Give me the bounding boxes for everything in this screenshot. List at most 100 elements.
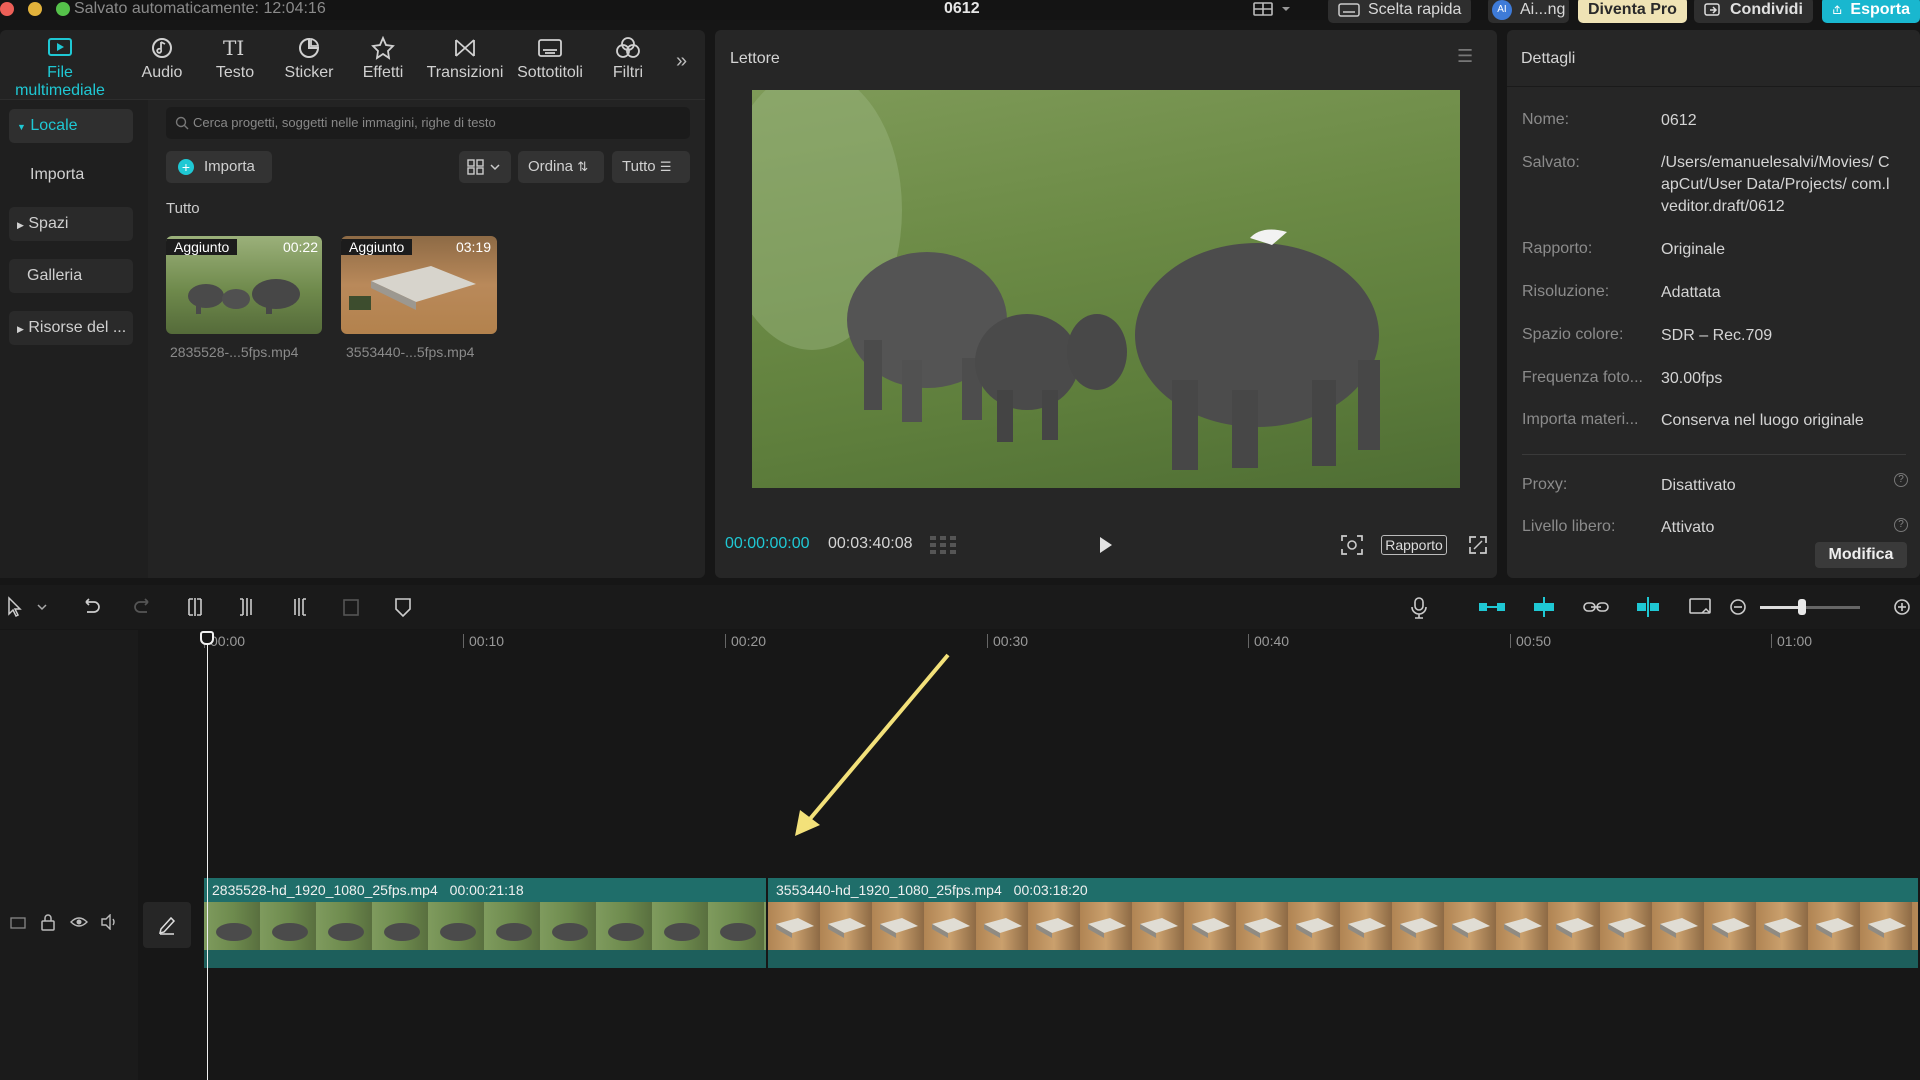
layout-icon[interactable] (1252, 0, 1294, 23)
details-divider (1522, 454, 1906, 455)
zoom-slider-handle[interactable] (1798, 599, 1806, 615)
split-left-icon[interactable] (236, 596, 258, 618)
share-icon (1704, 3, 1720, 16)
marker-icon[interactable] (392, 596, 414, 618)
timeline-clip-2-frames[interactable] (768, 902, 1918, 950)
view-mode-button[interactable] (459, 151, 511, 183)
help-icon[interactable]: ? (1894, 518, 1908, 532)
details-label: Importa materi... (1522, 411, 1639, 428)
screenshot-icon[interactable] (1340, 534, 1364, 556)
preview-axis-icon[interactable] (1634, 596, 1662, 618)
lock-icon[interactable] (40, 913, 56, 931)
sidebar-item-locale[interactable]: ▼ Locale (9, 109, 133, 143)
ruler-tick (463, 634, 464, 648)
caret-down-icon: ▼ (17, 122, 26, 132)
filter-button[interactable]: Tutto ☰ (612, 151, 690, 183)
sidebar-item-spazi[interactable]: ▶ Spazi (9, 207, 133, 241)
visibility-icon[interactable] (70, 915, 88, 929)
timeline-clip-1-header[interactable]: 2835528-hd_1920_1080_25fps.mp4 00:00:21:… (204, 878, 766, 902)
export-button[interactable]: Esporta (1822, 0, 1920, 23)
import-button[interactable]: + Importa (166, 151, 272, 183)
main-track-magnet-icon[interactable] (1478, 596, 1506, 618)
sidebar-item-importa[interactable]: Importa (9, 158, 133, 192)
timeline-clip-2-header[interactable]: 3553440-hd_1920_1080_25fps.mp4 00:03:18:… (768, 878, 1918, 902)
ruler-tick (725, 634, 726, 648)
zoom-slider[interactable] (1760, 599, 1860, 615)
search-placeholder: Cerca progetti, soggetti nelle immagini,… (193, 115, 496, 130)
microphone-icon[interactable] (1408, 596, 1430, 620)
timeline-clip-1-frames[interactable] (204, 902, 766, 950)
duration-label: 00:22 (282, 239, 318, 255)
ruler-label: 00:50 (1516, 633, 1552, 649)
buildings-filmstrip-image (768, 902, 1918, 950)
undo-icon[interactable] (80, 596, 102, 618)
total-timecode: 00:03:40:08 (828, 535, 913, 552)
added-badge: Aggiunto (166, 239, 238, 255)
ratio-button[interactable]: Rapporto (1381, 535, 1447, 555)
clip-duration: 00:00:21:18 (449, 882, 524, 898)
quick-select-button[interactable]: Scelta rapida (1328, 0, 1472, 23)
share-button[interactable]: Condividi (1694, 0, 1813, 23)
more-tabs-icon[interactable]: » (676, 50, 687, 73)
tab-transizioni[interactable]: Transizioni (425, 36, 505, 82)
filter-icon: ☰ (659, 159, 672, 174)
svg-text:TI: TI (223, 36, 244, 60)
clip-filename: 3553440-hd_1920_1080_25fps.mp4 (776, 882, 1002, 898)
edit-track-button[interactable] (143, 902, 191, 948)
ai-avatar-icon: AI (1492, 0, 1512, 20)
go-pro-button[interactable]: Diventa Pro (1578, 0, 1687, 23)
split-right-icon[interactable] (288, 596, 310, 618)
window-close-button[interactable] (0, 2, 14, 16)
zoom-in-icon[interactable] (1892, 596, 1912, 618)
elephants-frame-image (752, 90, 1380, 470)
redo-icon[interactable] (132, 596, 154, 618)
media-thumbnail[interactable]: Aggiunto 03:19 (341, 236, 497, 334)
select-tool-icon[interactable] (6, 596, 50, 618)
ruler-label: 01:00 (1777, 633, 1813, 649)
details-value: Attivato (1661, 519, 1715, 532)
audio-icon (152, 38, 172, 58)
annotation-arrow-icon (795, 653, 950, 836)
tab-audio[interactable]: Audio (125, 36, 199, 82)
details-clip: Livello libero: Attivato ? (1507, 505, 1920, 532)
grid-view-icon (467, 159, 500, 175)
keyboard-icon (1338, 3, 1360, 17)
play-icon[interactable] (1098, 535, 1114, 555)
timeline-grid-icon[interactable] (930, 536, 958, 554)
media-thumbnail[interactable]: Aggiunto 00:22 (166, 236, 322, 334)
window-minimize-button[interactable] (28, 2, 42, 16)
search-field[interactable]: Cerca progetti, soggetti nelle immagini,… (166, 107, 690, 139)
tab-testo[interactable]: TI Testo (198, 36, 272, 82)
ai-account-button[interactable]: AI Ai...ng (1488, 0, 1570, 23)
fullscreen-icon[interactable] (1468, 535, 1488, 555)
edit-button[interactable]: Modifica (1815, 542, 1907, 568)
tab-sticker[interactable]: Sticker (272, 36, 346, 82)
window-zoom-button[interactable] (56, 2, 70, 16)
track-cover-icon[interactable] (10, 915, 26, 931)
sidebar-item-risorse[interactable]: ▶ Risorse del ... (9, 311, 133, 345)
link-icon[interactable] (1582, 596, 1610, 618)
ruler-tick (1771, 634, 1772, 648)
cover-icon[interactable] (1688, 596, 1712, 618)
add-icon: + (178, 159, 194, 175)
tab-sottotitoli[interactable]: Sottotitoli (512, 36, 588, 82)
split-icon[interactable] (184, 596, 206, 618)
sidebar-item-galleria[interactable]: Galleria (9, 259, 133, 293)
help-icon[interactable]: ? (1894, 473, 1908, 487)
tab-filtri[interactable]: Filtri (590, 36, 666, 82)
tab-effetti[interactable]: Effetti (346, 36, 420, 82)
title-bar: Salvato automaticamente: 12:04:16 0612 S… (0, 0, 1920, 23)
playhead-handle[interactable] (200, 631, 214, 645)
player-menu-icon[interactable]: ☰ (1457, 46, 1473, 67)
details-label: Proxy: (1522, 476, 1568, 493)
auto-snap-icon[interactable] (1530, 596, 1558, 618)
sort-button[interactable]: Ordina ⇅ (518, 151, 604, 183)
clip-duration: 00:03:18:20 (1013, 882, 1088, 898)
audio-mute-icon[interactable] (100, 914, 118, 930)
details-value: 0612 (1661, 112, 1697, 129)
delete-icon[interactable] (340, 596, 362, 618)
playhead[interactable] (200, 631, 214, 1080)
zoom-out-icon[interactable] (1728, 596, 1748, 618)
tab-file-multimediale[interactable]: File multimediale (0, 36, 120, 100)
details-label: Rapporto: (1522, 240, 1593, 257)
